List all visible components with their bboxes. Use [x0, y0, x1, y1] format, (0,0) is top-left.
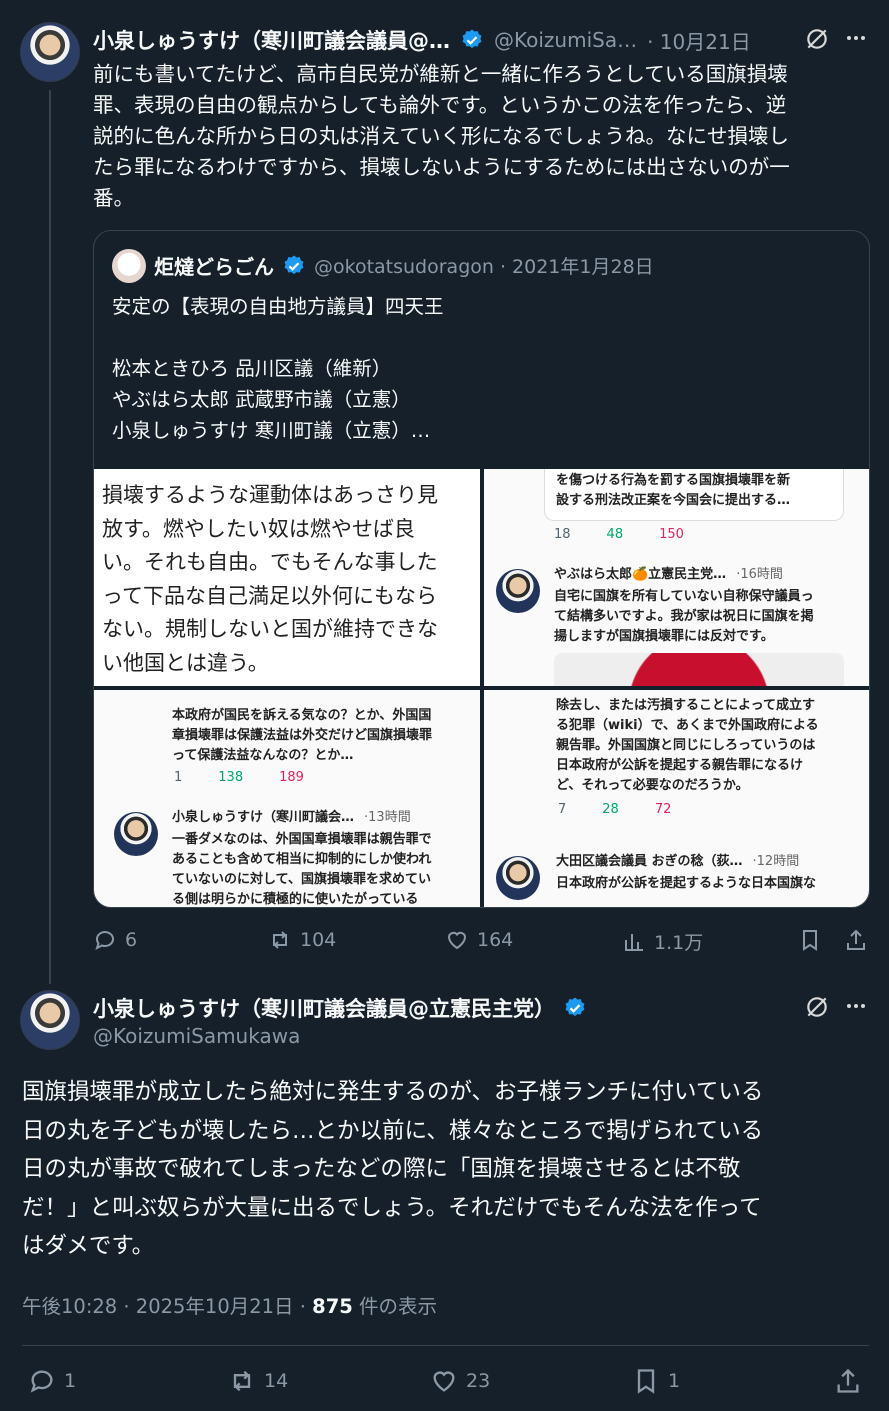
quoted-avatar	[112, 249, 146, 283]
retweet-icon	[273, 931, 287, 949]
quoted-handle-date: @okotatsudoragon · 2021年1月28日	[314, 256, 654, 278]
image-avatar	[496, 569, 540, 613]
divider	[22, 1345, 869, 1346]
tweet-date[interactable]: · 10月21日	[647, 26, 751, 55]
image-author: やぶはら太郎🍊立憲民主党…	[554, 567, 727, 582]
tweet-body: 国旗損壊罪が成立したら絶対に発生するのが、お子様ランチに付いている 日の丸を子ど…	[22, 1079, 764, 1259]
image-text: 自宅に国旗を所有していない自称保守議員っ て結構多いですよ。我が家は祝日に国旗を…	[554, 589, 814, 644]
views-button[interactable]: 1.1万	[622, 928, 703, 955]
reply-count: 6	[125, 929, 138, 951]
image-text: 除去し、または汚損することによって成立す る犯罪（wiki）で、あくまで外国政府…	[556, 698, 819, 793]
image-text: 日本政府が公訴を提起するような日本国旗な	[556, 876, 817, 891]
share-icon[interactable]	[834, 1367, 862, 1395]
image-like-count: 150	[659, 527, 684, 542]
like-button[interactable]: 23	[430, 1367, 490, 1395]
more-options-icon[interactable]	[844, 26, 868, 50]
flag-photo	[554, 653, 844, 686]
image-like-count: 189	[279, 770, 304, 785]
image-retweet-count: 28	[602, 802, 619, 817]
retweet-button[interactable]: 104	[268, 928, 336, 952]
quoted-body: 安定の【表現の自由地方議員】四天王 松本ときひろ 品川区議（維新） やぶはら太郎…	[112, 295, 444, 442]
share-icon[interactable]	[844, 928, 868, 952]
like-count: 164	[477, 929, 514, 951]
image-text: 本政府が国民を訴える気なの？とか、外国国 章損壊罪は保護法益は外交だけど国旗損壊…	[172, 708, 433, 763]
quoted-tweet[interactable]: 炬燵どらごん @okotatsudoragon · 2021年1月28日 安定の…	[93, 230, 870, 908]
author-handle[interactable]: @KoizumiSa…	[494, 28, 637, 52]
author-avatar[interactable]	[20, 990, 80, 1050]
more-options-icon[interactable]	[844, 994, 868, 1018]
author-display-name[interactable]: 小泉しゅうすけ（寒川町議会議員@立憲民主党）	[93, 993, 555, 1023]
image-text: を傷つける行為を罰する国旗損壊罪を新 設する刑法改正案を今国会に提出する…	[556, 473, 791, 508]
grok-icon[interactable]	[804, 26, 830, 52]
image-avatar	[114, 812, 158, 856]
verified-badge-icon	[462, 29, 482, 49]
retweet-count: 14	[264, 1370, 289, 1392]
image-retweet-count: 48	[606, 527, 624, 542]
views-chart-icon	[625, 933, 643, 951]
view-count: 1.1万	[654, 932, 704, 954]
image-reply-count: 7	[558, 802, 567, 817]
reply-button[interactable]: 6	[93, 928, 137, 952]
author-display-name[interactable]: 小泉しゅうすけ（寒川町議会議員@…	[93, 25, 450, 55]
retweet-button[interactable]: 14	[228, 1367, 288, 1395]
image-avatar	[496, 856, 540, 900]
tweet-body: 前にも書いてたけど、高市自民党が維新と一緒に作ろうとしている国旗損壊 罪、表現の…	[93, 62, 790, 210]
image-time: ·16時間	[736, 567, 783, 582]
image-like-count: 72	[654, 802, 672, 817]
quoted-image-2[interactable]: を傷つける行為を罰する国旗損壊罪を新 設する刑法改正案を今国会に提出する… 18…	[484, 469, 869, 686]
reply-count: 1	[64, 1370, 77, 1392]
thread-connector	[49, 90, 51, 984]
image-reply-count: 18	[554, 527, 571, 542]
quoted-display-name: 炬燵どらごん	[154, 255, 274, 279]
author-avatar[interactable]	[20, 22, 80, 82]
reply-icon	[95, 931, 114, 950]
heart-icon	[433, 1371, 455, 1392]
like-button[interactable]: 164	[445, 928, 513, 952]
bookmark-icon[interactable]	[798, 928, 822, 952]
author-handle[interactable]: @KoizumiSamukawa	[93, 1024, 300, 1048]
quoted-image-4[interactable]: 除去し、または汚損することによって成立す る犯罪（wiki）で、あくまで外国政府…	[484, 690, 869, 907]
image-time: ·13時間	[364, 810, 411, 825]
image-text: 一番ダメなのは、外国国章損壊罪は親告罪で あることも含めて相当に抑制的にしか使わ…	[172, 832, 432, 907]
image-reply-count: 1	[174, 770, 183, 785]
retweet-count: 104	[300, 929, 337, 951]
views-count: 875	[312, 1295, 353, 1318]
reply-button[interactable]: 1	[28, 1367, 76, 1395]
retweet-icon	[233, 1370, 251, 1392]
like-count: 23	[466, 1370, 491, 1392]
grok-icon[interactable]	[804, 994, 830, 1020]
bookmark-icon	[637, 1369, 655, 1394]
verified-badge-icon	[284, 255, 304, 274]
image-text: 損壊するような運動体はあっさり見 放す。燃やしたい奴は燃やせば良 い。それも自由…	[102, 483, 438, 675]
views-label: 件の表示	[352, 1295, 438, 1318]
quoted-image-1[interactable]: 損壊するような運動体はあっさり見 放す。燃やしたい奴は燃やせば良 い。それも自由…	[94, 469, 480, 686]
bookmark-button[interactable]: 1	[632, 1367, 680, 1395]
image-time: ·12時間	[752, 854, 800, 869]
timestamp-text: 午後10:28 · 2025年10月21日 ·	[22, 1295, 313, 1318]
quoted-image-3[interactable]: 本政府が国民を訴える気なの？とか、外国国 章損壊罪は保護法益は外交だけど国旗損壊…	[94, 690, 480, 907]
verified-badge-icon	[565, 997, 585, 1017]
quoted-media-grid[interactable]: 損壊するような運動体はあっさり見 放す。燃やしたい奴は燃やせば良 い。それも自由…	[94, 469, 869, 907]
bookmark-count: 1	[668, 1370, 681, 1392]
reply-icon	[30, 1370, 53, 1393]
image-retweet-count: 138	[218, 770, 244, 785]
image-author: 小泉しゅうすけ（寒川町議会…	[172, 810, 355, 825]
image-author: 大田区議会議員 おぎの稔（荻…	[556, 854, 743, 869]
heart-icon	[447, 931, 467, 950]
tweet-timestamp[interactable]: 午後10:28 · 2025年10月21日 · 875 件の表示	[22, 1290, 437, 1319]
